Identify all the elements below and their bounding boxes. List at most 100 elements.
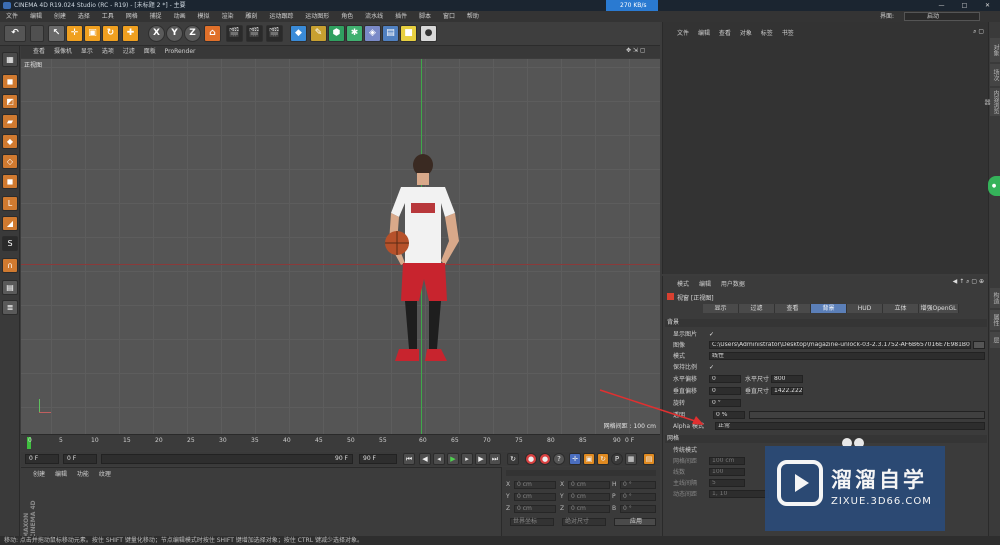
layers-icon[interactable]: ≣ [2, 300, 18, 315]
end-frame-field[interactable]: 90 F [359, 454, 397, 464]
next-frame-icon[interactable]: ▸ [461, 453, 473, 465]
menu-window[interactable]: 窗口 [443, 13, 455, 20]
live-select-icon[interactable]: ↖ [48, 25, 65, 42]
layout-select[interactable]: 启动 [904, 12, 980, 21]
make-editable-icon[interactable]: ▦ [2, 52, 18, 67]
menu-pipeline[interactable]: 流水线 [365, 13, 383, 20]
rotation-field[interactable]: 0 ° [709, 399, 741, 407]
object-manager[interactable]: 文件 编辑 查看 对象 标签 书签 ⌕ ▢ [662, 22, 988, 274]
deformer-icon[interactable]: ◈ [364, 25, 381, 42]
mode-select[interactable]: 线性 [709, 352, 985, 360]
menu-mograph[interactable]: 运动图形 [305, 13, 329, 20]
camera-icon[interactable]: ■ [400, 25, 417, 42]
tab-hud[interactable]: HUD [847, 304, 883, 313]
vp-menu-panel[interactable]: 面板 [144, 48, 156, 55]
menu-simulate[interactable]: 模拟 [198, 13, 210, 20]
tab-stereo[interactable]: 立体 [883, 304, 919, 313]
render-view-icon[interactable]: 🎬 [226, 25, 243, 42]
tweak-icon[interactable]: ◢ [2, 216, 18, 231]
menu-mesh[interactable]: 网格 [126, 13, 138, 20]
mat-menu-edit[interactable]: 编辑 [55, 471, 67, 478]
obj-menu-file[interactable]: 文件 [677, 30, 689, 37]
points-mode-icon[interactable]: ◆ [2, 134, 18, 149]
viewport-nav-icons[interactable]: ✥ ⇲ ▢ [626, 47, 646, 54]
snap-icon[interactable]: S [2, 236, 18, 251]
move-icon[interactable]: ✛ [66, 25, 83, 42]
tab-layers[interactable]: 层 [990, 332, 1000, 348]
close-button[interactable]: ✕ [976, 0, 999, 11]
alpha-mode-select[interactable]: 正常 [715, 422, 985, 430]
show-image-checkbox[interactable]: ✓ [709, 330, 714, 339]
coord-mode-select[interactable]: 世界坐标 [510, 518, 554, 526]
record-keys-icon[interactable]: ● [525, 453, 537, 465]
lines-field[interactable]: 100 [709, 468, 745, 476]
render-picture-viewer-icon[interactable]: 🎬 [246, 25, 263, 42]
start-frame-field[interactable]: 0 F [25, 454, 59, 464]
play-icon[interactable]: ▶ [447, 453, 459, 465]
vp-menu-camera[interactable]: 摄像机 [54, 48, 72, 55]
next-key-icon[interactable]: ▶ [475, 453, 487, 465]
current-frame-field[interactable]: 0 F [63, 454, 97, 464]
array-icon[interactable]: ✱ [346, 25, 363, 42]
floor-icon[interactable]: ▤ [382, 25, 399, 42]
undo-icon[interactable]: ↶ [4, 25, 26, 42]
h-size-field[interactable]: 800 [771, 375, 803, 383]
subdivision-icon[interactable]: ⬢ [328, 25, 345, 42]
menu-snap[interactable]: 捕捉 [150, 13, 162, 20]
rot-key-icon[interactable]: ↻ [597, 453, 609, 465]
prev-key-icon[interactable]: ◀ [419, 453, 431, 465]
autokey-icon[interactable]: ● [539, 453, 551, 465]
prev-frame-icon[interactable]: ◂ [433, 453, 445, 465]
vp-menu-display[interactable]: 显示 [81, 48, 93, 55]
mat-menu-texture[interactable]: 纹理 [99, 471, 111, 478]
edges-mode-icon[interactable]: ◇ [2, 154, 18, 169]
h-offset-field[interactable]: 0 [709, 375, 741, 383]
menu-sculpt[interactable]: 雕刻 [245, 13, 257, 20]
tab-objects[interactable]: 对象 [990, 38, 1000, 62]
pla-key-icon[interactable]: ▦ [625, 453, 637, 465]
render-settings-icon[interactable]: 🎬 [266, 25, 283, 42]
attr-menu-edit[interactable]: 编辑 [699, 281, 711, 288]
menu-select[interactable]: 选择 [78, 13, 90, 20]
size-y-field[interactable]: 0 cm [568, 493, 610, 501]
goto-start-icon[interactable]: ⏮ [403, 453, 415, 465]
pos-key-icon[interactable]: ✛ [569, 453, 581, 465]
tab-structure[interactable]: 构造 [990, 288, 1000, 308]
tab-takes[interactable]: 场次 [990, 64, 1000, 86]
vp-menu-prorender[interactable]: ProRender [165, 48, 196, 55]
pos-y-field[interactable]: 0 cm [514, 493, 556, 501]
axis-mode-icon[interactable]: L [2, 196, 18, 211]
tab-background[interactable]: 背景 [811, 304, 847, 313]
recent-tool-icon[interactable]: ✚ [122, 25, 139, 42]
apply-button[interactable]: 应用 [614, 518, 656, 526]
transparency-field[interactable]: 0 % [713, 411, 745, 419]
goto-end-icon[interactable]: ⏭ [489, 453, 501, 465]
size-x-field[interactable]: 0 cm [568, 481, 610, 489]
browse-button[interactable] [973, 341, 985, 349]
mat-menu-function[interactable]: 功能 [77, 471, 89, 478]
workplane-lock-icon[interactable]: ▤ [2, 280, 18, 295]
attribute-nav-icons[interactable]: ◀ ↑ ⌕ ▢ ⊕ [953, 278, 984, 286]
tab-content-browser[interactable]: 内容浏览器 [983, 88, 1000, 116]
workplane-icon[interactable]: ▰ [2, 114, 18, 129]
obj-menu-view[interactable]: 查看 [719, 30, 731, 37]
light-icon[interactable]: ● [420, 25, 437, 42]
vp-menu-filter[interactable]: 过滤 [123, 48, 135, 55]
pos-z-field[interactable]: 0 cm [514, 505, 556, 513]
model-mode-icon[interactable]: ◼ [2, 74, 18, 89]
v-offset-field[interactable]: 0 [709, 387, 741, 395]
object-manager-nav-icons[interactable]: ⌕ ▢ [973, 28, 984, 36]
tab-view[interactable]: 查看 [775, 304, 811, 313]
attr-menu-mode[interactable]: 模式 [677, 281, 689, 288]
menu-file[interactable]: 文件 [6, 13, 18, 20]
rotate-icon[interactable]: ↻ [102, 25, 119, 42]
scale-mode-select[interactable]: 绝对尺寸 [562, 518, 606, 526]
vp-menu-view[interactable]: 查看 [33, 48, 45, 55]
scale-icon[interactable]: ▣ [84, 25, 101, 42]
vp-menu-options[interactable]: 选项 [102, 48, 114, 55]
menu-create[interactable]: 创建 [54, 13, 66, 20]
frame-range-slider[interactable]: 90 F [101, 454, 353, 464]
z-axis-icon[interactable]: Z [184, 25, 201, 42]
image-path-field[interactable]: C:\Users\Administrator\Desktop\magazine-… [709, 341, 971, 349]
rot-h-field[interactable]: 0 ° [620, 481, 656, 489]
